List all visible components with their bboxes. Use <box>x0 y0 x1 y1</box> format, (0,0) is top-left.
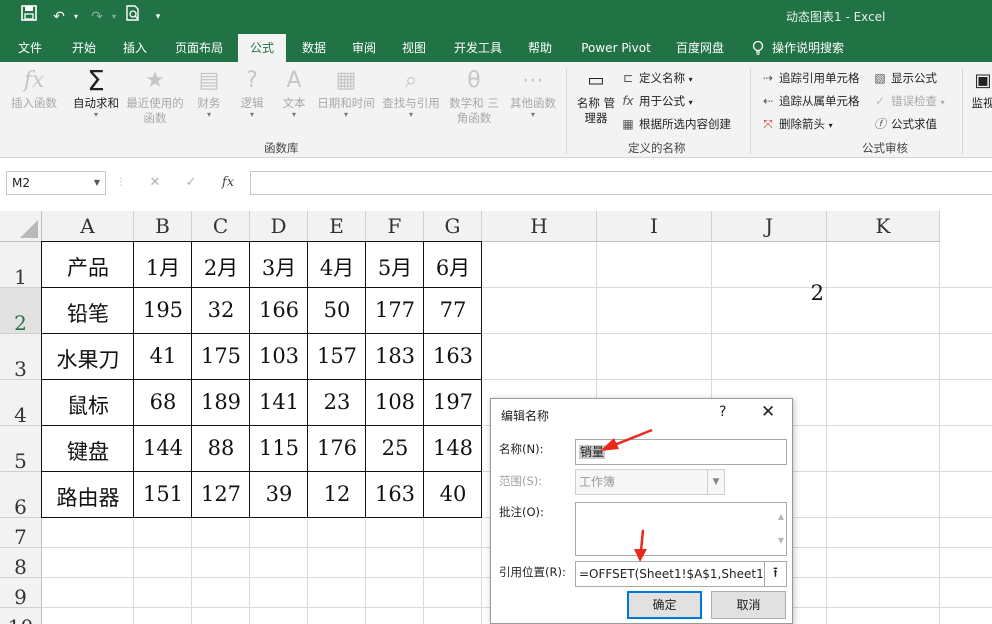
annotation-arrow-head <box>600 438 619 451</box>
annotation-arrow-line <box>639 529 645 552</box>
annotation-arrows <box>600 428 653 562</box>
annotation-arrow-line <box>611 428 653 448</box>
annotation-arrow-head <box>634 549 647 562</box>
excel-window: ↶ ▾ ↷ ▾ ▾ 动态图表1 - Excel 文件 开始 插入 页面布局 公式… <box>0 0 992 624</box>
